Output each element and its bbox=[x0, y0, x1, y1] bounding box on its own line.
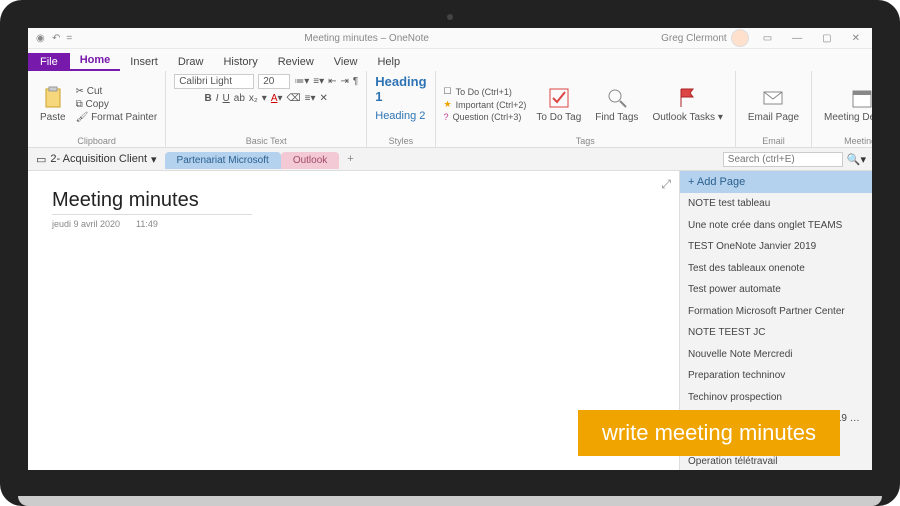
style-heading1[interactable]: Heading 1 bbox=[375, 74, 426, 104]
page-list-item[interactable]: Techinov prospection bbox=[680, 387, 872, 409]
ribbon-tabs: File Home Insert Draw History Review Vie… bbox=[28, 49, 872, 71]
search-tag-icon bbox=[605, 86, 629, 110]
flag-icon bbox=[676, 86, 700, 110]
align-button[interactable]: ≡▾ bbox=[305, 93, 316, 104]
font-color-button[interactable]: A▾ bbox=[271, 93, 283, 104]
notebook-picker[interactable]: ▭ 2- Acquisition Client ▾ bbox=[28, 153, 165, 166]
titlebar: ◉ ↶ = Meeting minutes – OneNote Greg Cle… bbox=[28, 28, 872, 49]
outlook-tasks-label: Outlook Tasks ▾ bbox=[652, 112, 722, 123]
subscript-button[interactable]: x₂ bbox=[249, 93, 258, 104]
group-clipboard-label: Clipboard bbox=[36, 136, 157, 146]
minimize-button[interactable]: — bbox=[786, 33, 808, 44]
chevron-down-icon: ▾ bbox=[151, 153, 157, 166]
tab-draw[interactable]: Draw bbox=[168, 53, 214, 71]
group-meetings-label: Meetings bbox=[820, 136, 872, 146]
page-list-item[interactable]: NOTE TEEST JC bbox=[680, 322, 872, 344]
find-tags-label: Find Tags bbox=[595, 112, 638, 123]
group-email-label: Email bbox=[744, 136, 803, 146]
group-styles-label: Styles bbox=[375, 136, 426, 146]
font-name[interactable]: Calibri Light bbox=[174, 74, 254, 89]
cut-button[interactable]: ✂ Cut bbox=[76, 86, 158, 97]
laptop-base bbox=[18, 496, 882, 506]
indent-right-button[interactable]: ⇥ bbox=[340, 76, 348, 87]
email-page-label: Email Page bbox=[748, 112, 799, 123]
page-list-item[interactable]: Une note crée dans onglet TEAMS bbox=[680, 215, 872, 237]
format-painter-button[interactable]: 🖌 Format Painter bbox=[76, 112, 158, 123]
laptop-camera bbox=[447, 14, 453, 20]
tab-file[interactable]: File bbox=[28, 53, 70, 71]
page-list-item[interactable]: Preparation techninov bbox=[680, 365, 872, 387]
add-page-button[interactable]: + Add Page bbox=[680, 171, 872, 193]
underline-button[interactable]: U bbox=[223, 93, 230, 104]
page-time: 11:49 bbox=[136, 219, 158, 229]
todo-tag-label: To Do Tag bbox=[536, 112, 581, 123]
search-input[interactable] bbox=[723, 152, 843, 167]
fullscreen-button[interactable]: ⤢ bbox=[661, 177, 671, 192]
style-heading2[interactable]: Heading 2 bbox=[375, 110, 425, 122]
todo-tag-button[interactable]: To Do Tag bbox=[532, 84, 585, 125]
font-size[interactable]: 20 bbox=[258, 74, 290, 89]
section-tab-1[interactable]: Partenariat Microsoft bbox=[165, 152, 281, 169]
clipboard-icon bbox=[41, 86, 65, 110]
notebook-bar: ▭ 2- Acquisition Client ▾ Partenariat Mi… bbox=[28, 148, 872, 171]
meeting-details-button[interactable]: Meeting Details ▾ bbox=[820, 84, 872, 125]
paragraph-align-button[interactable]: ¶ bbox=[353, 76, 358, 87]
avatar bbox=[731, 29, 749, 47]
copy-button[interactable]: ⧉ Copy bbox=[76, 99, 158, 110]
ribbon-options-icon[interactable]: ▭ bbox=[757, 33, 778, 44]
page-date: jeudi 9 avril 2020 bbox=[52, 219, 120, 229]
tab-help[interactable]: Help bbox=[367, 53, 410, 71]
erase-button[interactable]: ✕ bbox=[320, 93, 328, 104]
window-title: Meeting minutes – OneNote bbox=[72, 33, 661, 44]
caption-banner: write meeting minutes bbox=[578, 410, 840, 456]
tag-question[interactable]: ? Question (Ctrl+3) bbox=[444, 112, 527, 122]
page-list-item[interactable]: NOTE test tableau bbox=[680, 193, 872, 215]
notebook-name: 2- Acquisition Client bbox=[50, 153, 147, 165]
strike-button[interactable]: ab bbox=[234, 93, 245, 104]
meeting-details-label: Meeting Details ▾ bbox=[824, 112, 872, 123]
email-page-button[interactable]: Email Page bbox=[744, 84, 803, 125]
clear-format-button[interactable]: ⌫ bbox=[287, 93, 301, 104]
paste-button[interactable]: Paste bbox=[36, 84, 70, 125]
page-title[interactable]: Meeting minutes bbox=[52, 189, 252, 215]
indent-left-button[interactable]: ⇤ bbox=[328, 76, 336, 87]
page-list-item[interactable]: Test power automate bbox=[680, 279, 872, 301]
find-tags-button[interactable]: Find Tags bbox=[591, 84, 642, 125]
undo-button[interactable]: ↶ bbox=[52, 33, 60, 44]
group-tags-label: Tags bbox=[444, 136, 727, 146]
tab-review[interactable]: Review bbox=[268, 53, 324, 71]
group-font-label: Basic Text bbox=[174, 136, 358, 146]
user-account[interactable]: Greg Clermont bbox=[661, 29, 749, 47]
envelope-icon bbox=[761, 86, 785, 110]
numbering-button[interactable]: ≡▾ bbox=[313, 76, 324, 87]
paste-label: Paste bbox=[40, 112, 66, 123]
checkbox-icon bbox=[547, 86, 571, 110]
tab-view[interactable]: View bbox=[324, 53, 368, 71]
close-button[interactable]: ✕ bbox=[846, 33, 866, 44]
page-list-item[interactable]: Nouvelle Note Mercredi bbox=[680, 344, 872, 366]
outlook-tasks-button[interactable]: Outlook Tasks ▾ bbox=[648, 84, 726, 125]
tab-insert[interactable]: Insert bbox=[120, 53, 168, 71]
tag-important[interactable]: ★ Important (Ctrl+2) bbox=[444, 99, 527, 110]
page-list-item[interactable]: Test des tableaux onenote bbox=[680, 258, 872, 280]
italic-button[interactable]: I bbox=[216, 93, 219, 104]
tab-history[interactable]: History bbox=[213, 53, 267, 71]
bold-button[interactable]: B bbox=[205, 93, 212, 104]
notebook-icon: ▭ bbox=[36, 153, 46, 166]
ribbon: Paste ✂ Cut ⧉ Copy 🖌 Format Painter Clip… bbox=[28, 71, 872, 148]
autosave-icon: ◉ bbox=[36, 33, 46, 43]
page-list-item[interactable]: Formation Microsoft Partner Center bbox=[680, 301, 872, 323]
section-tab-2[interactable]: Outlook bbox=[281, 152, 339, 169]
maximize-button[interactable]: ▢ bbox=[816, 33, 837, 44]
highlight-button[interactable]: ▾ bbox=[262, 93, 267, 104]
bullets-button[interactable]: ≔▾ bbox=[294, 76, 309, 87]
tag-todo[interactable]: ☐ To Do (Ctrl+1) bbox=[444, 86, 527, 97]
tab-home[interactable]: Home bbox=[70, 51, 121, 71]
search-icon[interactable]: 🔍▾ bbox=[847, 153, 866, 166]
calendar-icon bbox=[850, 86, 872, 110]
page-list-item[interactable]: TEST OneNote Janvier 2019 bbox=[680, 236, 872, 258]
add-section-button[interactable]: + bbox=[339, 150, 361, 168]
user-name: Greg Clermont bbox=[661, 33, 727, 44]
